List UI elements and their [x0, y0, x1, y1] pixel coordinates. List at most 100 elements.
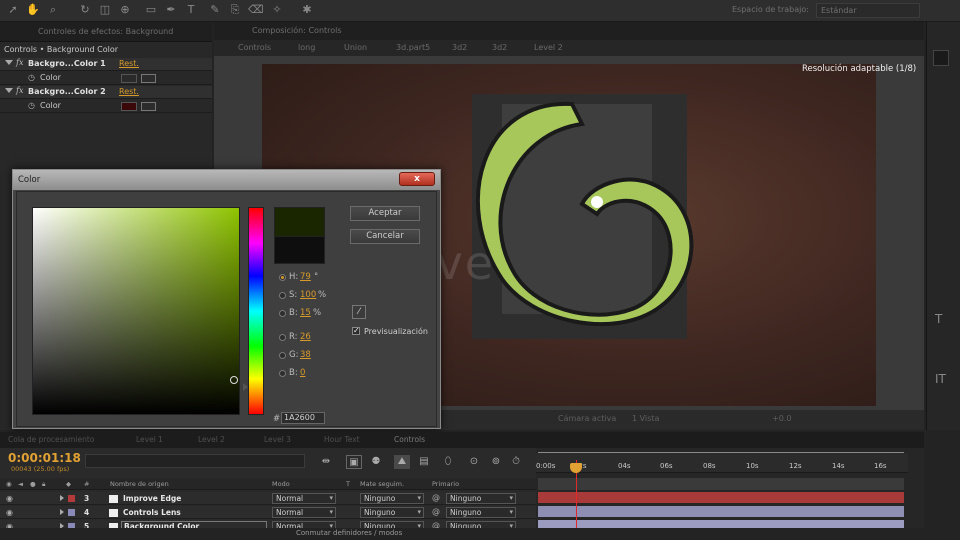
fx-icon[interactable]: fx [16, 58, 23, 67]
eye-icon[interactable]: ◉ [6, 508, 13, 517]
blue-value[interactable]: 0 [300, 368, 305, 378]
camera-tool-icon[interactable]: ◫ [98, 3, 112, 17]
mode-dropdown[interactable]: Normal [272, 493, 336, 504]
accept-button[interactable]: Aceptar [350, 206, 420, 221]
expand-triangle-icon[interactable] [5, 60, 13, 65]
hue-marker-icon[interactable] [243, 383, 248, 391]
layer-duration-bar[interactable] [538, 506, 904, 517]
saturation-value[interactable]: 100 [300, 290, 316, 300]
hue-radio[interactable] [279, 274, 286, 281]
label-header-icon[interactable]: ◆ [66, 480, 71, 488]
layer-label-color[interactable] [68, 509, 75, 516]
red-value[interactable]: 26 [300, 332, 311, 342]
mask-tool-icon[interactable]: ▭ [144, 3, 158, 17]
saturation-brightness-field[interactable] [32, 207, 240, 415]
expand-arrow-icon[interactable] [60, 509, 64, 515]
text-tool-icon[interactable]: T [184, 3, 198, 17]
pan-behind-tool-icon[interactable]: ⊕ [118, 3, 132, 17]
tab-level-3[interactable]: Level 3 [264, 435, 291, 444]
time-ruler[interactable]: 0:00s 02s 04s 06s 08s 10s 12s 14s 16s [536, 453, 908, 473]
hex-input[interactable]: 1A2600 [281, 412, 325, 424]
text-tool-icon[interactable]: T [935, 312, 942, 326]
effect-controls-tab[interactable]: Controles de efectos: Background [38, 27, 173, 36]
brightness-value[interactable]: 15 [300, 308, 311, 318]
source-name-header[interactable]: Nombre de origen [110, 480, 169, 488]
eyedropper-button[interactable] [141, 74, 156, 83]
text-baseline-icon[interactable]: IT [935, 372, 946, 386]
tab-render-queue[interactable]: Cola de procesamiento [8, 435, 94, 444]
auto-keyframe-icon[interactable]: ⊙ [466, 455, 482, 469]
layer-name[interactable]: Controls Lens [123, 508, 181, 517]
reset-link[interactable]: Rest. [119, 87, 139, 96]
mode-dropdown[interactable]: Normal [272, 507, 336, 518]
timeline-graph-area[interactable]: 0:00s 02s 04s 06s 08s 10s 12s 14s 16s [536, 448, 924, 540]
stopwatch-icon[interactable]: ◷ [28, 73, 35, 82]
hue-value[interactable]: 79 [300, 272, 311, 282]
breadcrumb-item[interactable]: 3d2 [452, 43, 467, 52]
color-swatch[interactable] [121, 74, 137, 83]
green-value[interactable]: 38 [300, 350, 311, 360]
graph-editor-icon[interactable]: ⊚ [488, 455, 504, 469]
toggle-switches-modes-button[interactable]: Conmutar definidores / modos [296, 529, 402, 537]
layer-label-color[interactable] [68, 495, 75, 502]
pen-tool-icon[interactable]: ✒ [164, 3, 178, 17]
zoom-tool-icon[interactable]: ⌕ [46, 3, 60, 17]
fx-icon[interactable]: fx [16, 86, 23, 95]
puppet-tool-icon[interactable]: ✱ [300, 3, 314, 17]
tab-controls[interactable]: Controls [394, 435, 425, 444]
close-button[interactable]: x [399, 172, 435, 186]
eye-header-icon[interactable]: ◉ [6, 480, 12, 488]
eraser-tool-icon[interactable]: ⌫ [248, 3, 264, 17]
tab-level-2[interactable]: Level 2 [198, 435, 225, 444]
exposure-value[interactable]: +0.0 [772, 414, 791, 423]
workspace-select[interactable]: Estándar [816, 3, 920, 18]
parent-dropdown[interactable]: Ninguno [446, 493, 516, 504]
tab-level-1[interactable]: Level 1 [136, 435, 163, 444]
breadcrumb-item[interactable]: 3d2 [492, 43, 507, 52]
red-radio[interactable] [279, 334, 286, 341]
active-camera-select[interactable]: Cámara activa [558, 414, 616, 423]
reset-link[interactable]: Rest. [119, 59, 139, 68]
timeline-search-input[interactable] [85, 454, 305, 468]
track-matte-dropdown[interactable]: Ninguno [360, 493, 424, 504]
preview-checkbox[interactable]: ✓ [352, 327, 360, 335]
draft-3d-icon[interactable]: ▣ [346, 455, 362, 469]
roto-tool-icon[interactable]: ✧ [270, 3, 284, 17]
breadcrumb-item[interactable]: Controls [238, 43, 271, 52]
hue-slider[interactable] [248, 207, 264, 415]
sv-cursor[interactable] [230, 376, 238, 384]
breadcrumb-item[interactable]: 3d.part5 [396, 43, 430, 52]
breadcrumb-item[interactable]: Level 2 [534, 43, 563, 52]
effect-row-2[interactable]: fx Backgro...Color 2 Rest. [0, 86, 212, 99]
pickwhip-icon[interactable]: @ [432, 507, 440, 516]
layer-duration-bar[interactable] [538, 492, 904, 503]
frame-blending-icon[interactable]: ⛰ [394, 455, 410, 469]
saturation-radio[interactable] [279, 292, 286, 299]
expand-triangle-icon[interactable] [5, 88, 13, 93]
composition-mini-flowchart-icon[interactable]: ⇹ [318, 455, 334, 469]
parent-dropdown[interactable]: Ninguno [446, 507, 516, 518]
breadcrumb-item[interactable]: Union [344, 43, 367, 52]
brightness-radio[interactable] [279, 310, 286, 317]
lock-header-icon[interactable]: 🔒︎ [42, 480, 45, 489]
track-matte-dropdown[interactable]: Ninguno [360, 507, 424, 518]
current-timecode[interactable]: 0:00:01:18 [8, 451, 81, 465]
clone-tool-icon[interactable]: ⎘ [228, 3, 242, 17]
layer-name[interactable]: Improve Edge [123, 494, 181, 503]
composition-tab[interactable]: Composición: Controls [252, 26, 342, 35]
view-layout-select[interactable]: 1 Vista [632, 414, 659, 423]
eyedropper-button[interactable] [141, 102, 156, 111]
layer-row[interactable]: ◉ 3 Improve Edge Normal Ninguno @ Ningun… [0, 492, 536, 505]
color-swatch[interactable] [121, 102, 137, 111]
hand-tool-icon[interactable]: ✋ [26, 3, 40, 17]
audio-header-icon[interactable]: ◄ [18, 480, 23, 488]
green-radio[interactable] [279, 352, 286, 359]
breadcrumb-item[interactable]: long [298, 43, 315, 52]
eyedropper-icon[interactable]: ⁄ [352, 305, 366, 319]
cancel-button[interactable]: Cancelar [350, 229, 420, 244]
layer-row[interactable]: ◉ 4 Controls Lens Normal Ninguno @ Ningu… [0, 506, 536, 519]
effect-row-1[interactable]: fx Backgro...Color 1 Rest. [0, 58, 212, 71]
motion-blur-icon[interactable]: ▤ [416, 455, 432, 469]
brush-tool-icon[interactable]: ✎ [208, 3, 222, 17]
expand-arrow-icon[interactable] [60, 495, 64, 501]
